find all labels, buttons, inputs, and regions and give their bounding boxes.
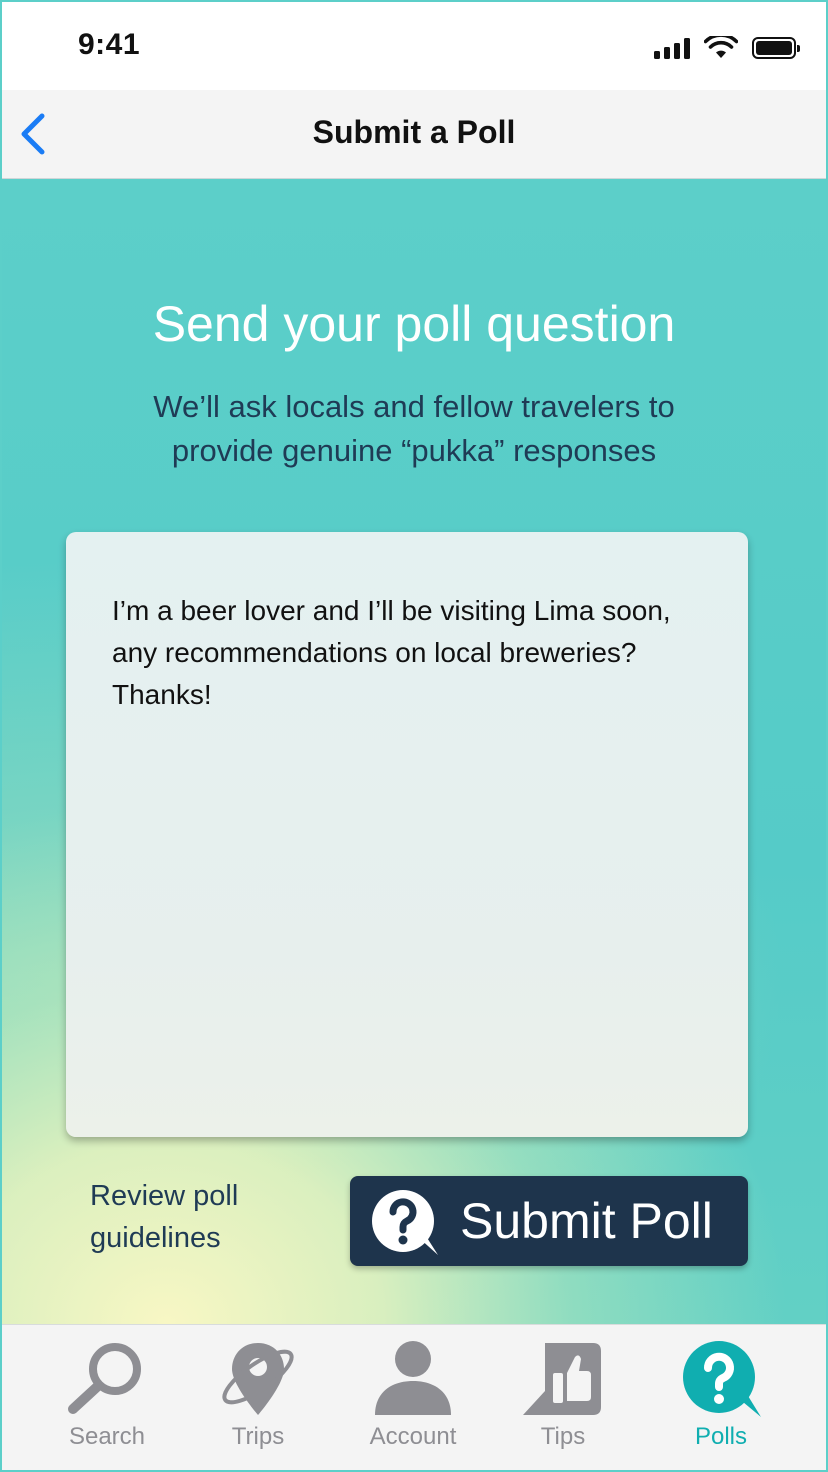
thumbs-up-icon — [523, 1343, 601, 1415]
question-bubble-icon — [683, 1341, 761, 1417]
poll-question-text: I’m a beer lover and I’ll be visiting Li… — [112, 595, 671, 710]
tab-label-search: Search — [68, 1423, 146, 1450]
subheading: We’ll ask locals and fellow travelers to… — [153, 389, 675, 468]
battery-icon — [752, 37, 800, 59]
submit-poll-button[interactable]: Submit Poll — [350, 1176, 748, 1266]
poll-question-textarea[interactable]: I’m a beer lover and I’ll be visiting Li… — [66, 532, 748, 1137]
poll-form-area: Send your poll question We’ll ask locals… — [2, 179, 826, 1324]
tab-account[interactable]: Account — [338, 1325, 488, 1470]
status-bar: 9:41 — [2, 2, 826, 90]
trip-pin-icon — [222, 1343, 294, 1415]
tab-label-polls: Polls — [694, 1423, 748, 1450]
tab-bar: Search Trips Account Tips Polls — [2, 1324, 826, 1470]
phone-screen: 9:41 Submit a Poll Send your poll questi… — [0, 0, 828, 1472]
magnifier-icon — [68, 1343, 141, 1414]
submit-poll-label: Submit Poll — [460, 1193, 713, 1249]
tab-polls[interactable]: Polls — [646, 1325, 796, 1470]
wifi-icon — [704, 36, 738, 58]
page-title: Submit a Poll — [312, 114, 516, 150]
tab-trips[interactable]: Trips — [183, 1325, 333, 1470]
status-icons — [654, 36, 800, 60]
tab-label-account: Account — [369, 1423, 457, 1450]
navigation-bar: Submit a Poll — [2, 90, 826, 179]
status-time: 9:41 — [78, 28, 141, 61]
cellular-signal-icon — [654, 37, 690, 59]
tab-search[interactable]: Search — [32, 1325, 182, 1470]
tab-label-tips: Tips — [540, 1423, 586, 1450]
person-icon — [375, 1341, 451, 1415]
headline: Send your poll question — [152, 296, 676, 352]
tab-tips[interactable]: Tips — [488, 1325, 638, 1470]
question-bubble-icon — [372, 1190, 438, 1255]
tab-label-trips: Trips — [231, 1423, 285, 1450]
review-guidelines-link[interactable]: Review poll guidelines — [90, 1175, 310, 1259]
